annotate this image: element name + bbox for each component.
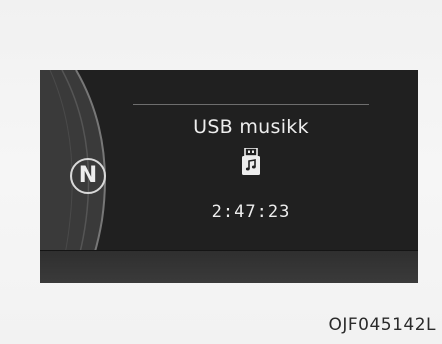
usb-music-icon [242, 148, 260, 175]
figure-code: OJF045142L [328, 315, 436, 335]
media-source-title: USB musikk [193, 116, 309, 138]
instrument-cluster-display: N USB musikk 2:47:23 [40, 70, 418, 283]
play-time: 2:47:23 [211, 202, 291, 222]
top-divider-line [133, 104, 369, 105]
gear-indicator-label: N [78, 163, 98, 188]
gear-indicator: N [70, 158, 106, 194]
cluster-bottom-band [40, 250, 418, 283]
